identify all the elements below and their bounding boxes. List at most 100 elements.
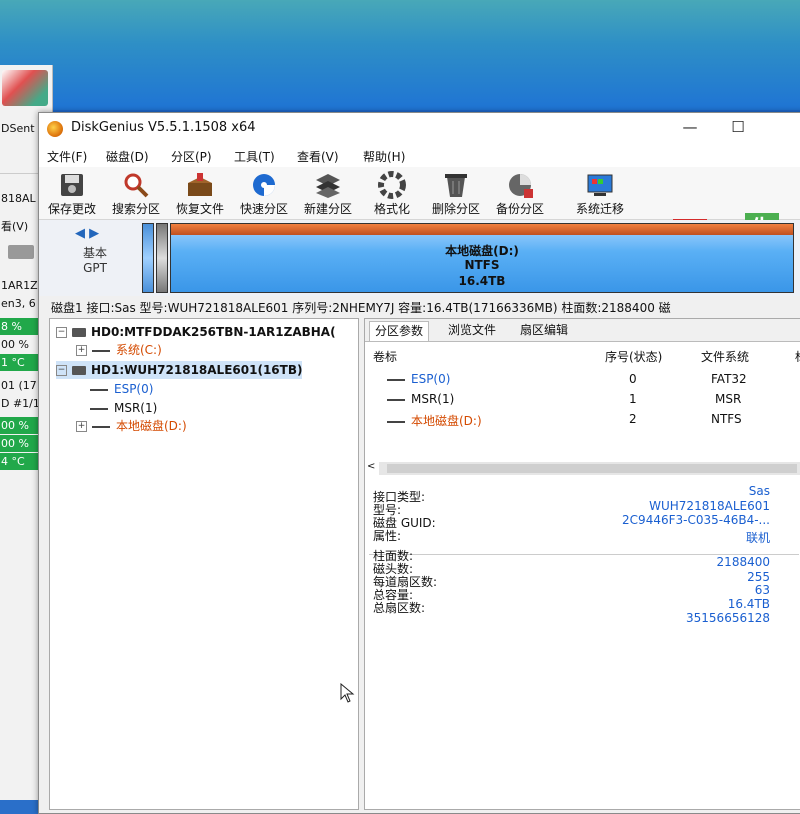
details-tabs: 分区参数 浏览文件 扇区编辑	[365, 319, 800, 342]
format-button[interactable]: 格式化	[361, 169, 423, 217]
maximize-button[interactable]: ☐	[717, 115, 759, 139]
toolbar: 保存更改 搜索分区 恢复文件 快速分区 新建分区 格式化 删除分区 备份分区 系…	[39, 167, 800, 265]
partition-size: 16.4TB	[458, 274, 506, 288]
new-partition-button[interactable]: 新建分区	[297, 169, 359, 217]
partition-line-icon	[387, 378, 405, 381]
partition-row-d[interactable]: 本地磁盘(D:)	[387, 412, 482, 429]
row-index: 0	[629, 372, 637, 386]
row-label: MSR(1)	[411, 392, 455, 406]
disk-icon	[72, 366, 86, 375]
toolbar-label: 快速分区	[239, 202, 288, 216]
minimize-button[interactable]: —	[669, 115, 711, 139]
menu-file[interactable]: 文件(F)	[47, 148, 87, 165]
disk-tree-pane[interactable]: − HD0:MTFDDAK256TBN-1AR1ZABHA( + 系统(C:) − H…	[49, 318, 359, 810]
partition-row-esp[interactable]: ESP(0)	[387, 372, 450, 386]
backup-partition-icon	[509, 174, 533, 198]
scroll-left-arrow[interactable]: <	[367, 461, 375, 472]
msr-partition-block[interactable]	[156, 223, 168, 293]
col-header-more[interactable]: 标	[795, 348, 800, 365]
col-header-index[interactable]: 序号(状态)	[605, 348, 662, 365]
detail-value: 16.4TB	[727, 597, 770, 611]
scrollbar-thumb[interactable]	[387, 464, 797, 473]
diskgenius-app-icon	[47, 121, 63, 137]
detail-value: Sas	[748, 484, 770, 498]
detail-value: WUH721818ALE601	[649, 499, 770, 513]
detail-value: 63	[754, 583, 770, 597]
diskgenius-window[interactable]: DiskGenius V5.5.1.1508 x64 — ☐ 文件(F) 磁盘(…	[38, 112, 800, 814]
collapse-icon[interactable]: −	[56, 327, 67, 338]
recover-files-button[interactable]: 恢复文件	[169, 169, 231, 217]
partition-line-icon	[90, 407, 108, 410]
quick-partition-button[interactable]: 快速分区	[233, 169, 295, 217]
menu-view[interactable]: 查看(V)	[297, 148, 339, 165]
expand-icon[interactable]: +	[76, 345, 87, 356]
tree-disk-hd0[interactable]: − HD0:MTFDDAK256TBN-1AR1ZABHA(	[56, 323, 336, 341]
tree-disk-hd1[interactable]: − HD1:WUH721818ALE601(16TB)	[56, 361, 303, 379]
toolbar-label: 格式化	[373, 202, 410, 216]
row-fs: NTFS	[711, 412, 742, 426]
search-partition-button[interactable]: 搜索分区	[105, 169, 167, 217]
menu-tools[interactable]: 工具(T)	[234, 148, 275, 165]
format-icon	[378, 171, 406, 199]
row-fs: MSR	[715, 392, 742, 406]
row-index: 1	[629, 392, 637, 406]
tree-label: 本地磁盘(D:)	[116, 419, 187, 433]
menu-bar: 文件(F) 磁盘(D) 分区(P) 工具(T) 查看(V) 帮助(H)	[39, 145, 800, 167]
partition-line-icon	[387, 398, 405, 401]
tree-partition-esp[interactable]: ESP(0)	[90, 380, 153, 398]
toolbar-label: 恢复文件	[175, 202, 224, 216]
quick-partition-icon	[253, 174, 275, 196]
collapse-icon[interactable]: −	[56, 365, 67, 376]
partition-line-icon	[92, 425, 110, 428]
tree-partition-d[interactable]: + 本地磁盘(D:)	[76, 417, 187, 435]
menu-partition[interactable]: 分区(P)	[171, 148, 212, 165]
partition-row-msr[interactable]: MSR(1)	[387, 392, 454, 406]
save-disk-icon	[61, 174, 83, 196]
disk-icon	[72, 328, 86, 337]
ntfs-partition-block[interactable]: 本地磁盘(D:) NTFS 16.4TB	[170, 223, 794, 293]
window-title: DiskGenius V5.5.1.1508 x64	[71, 120, 256, 135]
partition-line-icon	[387, 420, 405, 423]
col-header-fs[interactable]: 文件系统	[701, 348, 749, 365]
row-index: 2	[629, 412, 637, 426]
partition-line-icon	[90, 388, 108, 391]
horizontal-scrollbar[interactable]	[379, 462, 800, 475]
toolbar-label: 备份分区	[495, 202, 544, 216]
menu-disk[interactable]: 磁盘(D)	[106, 148, 149, 165]
tree-partition-msr[interactable]: MSR(1)	[90, 399, 157, 417]
detail-value: 2188400	[716, 555, 770, 569]
recover-box-icon	[188, 173, 212, 196]
toolbar-label: 新建分区	[303, 202, 352, 216]
tab-sector-editor[interactable]: 扇区编辑	[515, 321, 573, 340]
expand-icon[interactable]: +	[76, 421, 87, 432]
tree-label: 系统(C:)	[116, 343, 162, 357]
tab-partition-params[interactable]: 分区参数	[369, 321, 430, 341]
details-pane: 分区参数 浏览文件 扇区编辑 卷标 序号(状态) 文件系统 标 ESP(0) 0…	[364, 318, 800, 810]
detail-key: 总扇区数:	[373, 601, 426, 615]
detail-value: 联机	[745, 531, 770, 545]
toolbar-label: 系统迁移	[575, 202, 624, 216]
detail-key: 属性:	[373, 529, 402, 543]
partition-usage-cap	[171, 224, 793, 235]
tree-label: HD0:MTFDDAK256TBN-1AR1ZABHA(	[91, 325, 336, 339]
backup-partition-button[interactable]: 备份分区	[489, 169, 551, 217]
save-changes-button[interactable]: 保存更改	[41, 169, 103, 217]
disk-nav-arrows[interactable]: ◀ ▶	[75, 226, 99, 241]
delete-partition-button[interactable]: 删除分区	[425, 169, 487, 217]
partition-name: 本地磁盘(D:)	[445, 244, 519, 258]
system-migration-button[interactable]: 系统迁移	[569, 169, 631, 217]
tree-label: ESP(0)	[114, 382, 154, 396]
menu-help[interactable]: 帮助(H)	[363, 148, 405, 165]
new-partition-icon	[316, 174, 340, 198]
disk-type-label: 基本 GPT	[75, 246, 115, 276]
tree-partition-c[interactable]: + 系统(C:)	[76, 341, 162, 359]
toolbar-label: 搜索分区	[111, 202, 160, 216]
title-bar[interactable]: DiskGenius V5.5.1.1508 x64 — ☐	[39, 113, 800, 145]
background-app-logo	[2, 70, 48, 106]
col-header-label[interactable]: 卷标	[373, 348, 397, 365]
detail-value: 35156656128	[686, 611, 770, 625]
esp-partition-block[interactable]	[142, 223, 154, 293]
tab-browse-files[interactable]: 浏览文件	[443, 321, 501, 340]
partition-fs: NTFS	[464, 258, 500, 272]
disk-icon	[8, 245, 34, 259]
